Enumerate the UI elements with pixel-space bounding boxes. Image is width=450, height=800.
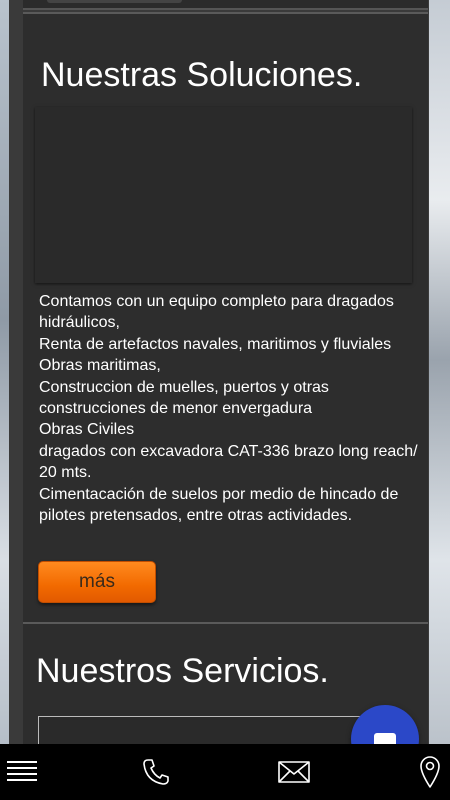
email-button[interactable] [268, 744, 320, 800]
description-line: Contamos con un equipo completo para dra… [39, 293, 394, 332]
description-line: Construccion de muelles, puertos y otras… [39, 378, 329, 418]
bottom-action-bar [0, 744, 450, 800]
menu-button[interactable] [0, 744, 44, 800]
background-image-right [428, 0, 450, 800]
menu-icon [7, 761, 37, 781]
description-line: dragados con excavadora CAT-336 brazo lo… [39, 442, 418, 482]
mail-icon [278, 761, 310, 783]
description-line: Obras maritimas, [39, 357, 161, 375]
location-icon [420, 756, 440, 788]
solutions-description: Contamos con un equipo completo para dra… [39, 291, 421, 526]
call-button[interactable] [130, 744, 182, 800]
location-button[interactable] [410, 744, 450, 800]
previous-section-card [23, 0, 428, 10]
solutions-media [35, 107, 412, 283]
previous-section-button-edge [47, 0, 182, 3]
description-line: Cimentacación de suelos por medio de hin… [39, 485, 399, 525]
solutions-title: Nuestras Soluciones. [41, 56, 363, 94]
description-line: Obras Civiles [39, 421, 135, 439]
description-line: Renta de artefactos navales, maritimos y… [39, 335, 392, 353]
solutions-section: Nuestras Soluciones. Contamos con un equ… [23, 12, 428, 622]
services-title: Nuestros Servicios. [36, 652, 329, 690]
phone-icon [143, 759, 169, 785]
more-button[interactable]: más [38, 561, 156, 603]
